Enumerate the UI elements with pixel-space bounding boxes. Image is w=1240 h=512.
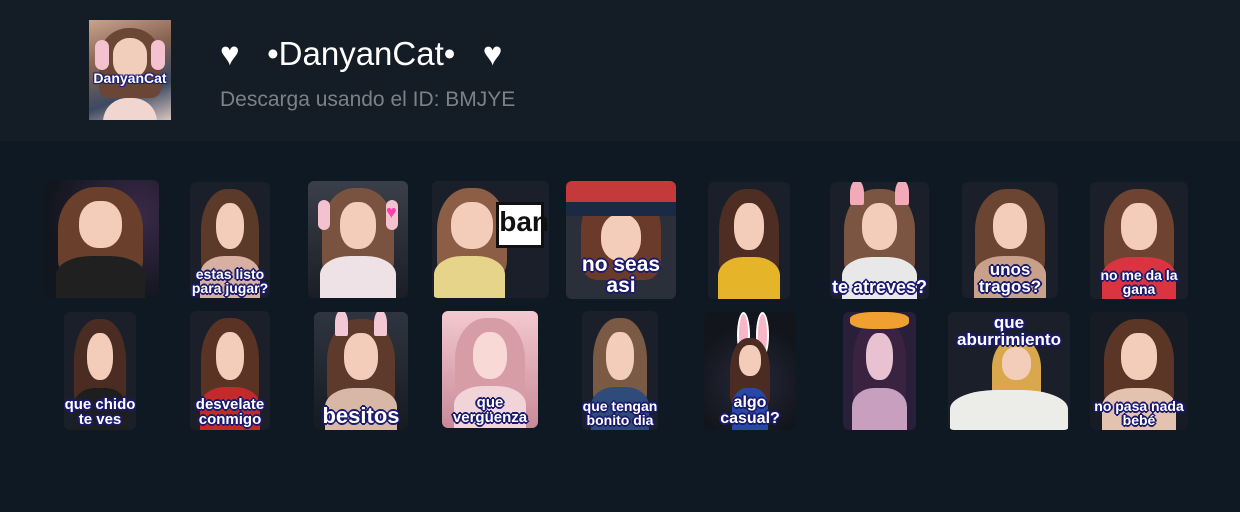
cap-icon xyxy=(566,181,676,217)
sticker[interactable] xyxy=(843,312,916,430)
sticker[interactable]: unos tragos? xyxy=(962,182,1058,298)
sticker-caption: que tengan bonito dia xyxy=(582,398,658,428)
sticker[interactable]: no me da la gana xyxy=(1090,182,1188,299)
sticker[interactable]: besitos xyxy=(314,312,408,430)
download-id-text: Descarga usando el ID: BMJYE xyxy=(220,88,516,111)
sticker[interactable]: que chido te ves xyxy=(64,312,136,430)
sticker[interactable] xyxy=(708,182,790,299)
sticker[interactable]: que tengan bonito dia xyxy=(582,311,658,430)
sticker[interactable] xyxy=(42,180,159,298)
pack-thumbnail[interactable]: DanyanCat xyxy=(89,20,171,120)
sticker-caption: estas listo para jugar? xyxy=(191,266,269,296)
headphone-icon xyxy=(95,40,109,70)
cat-ear-icon xyxy=(374,312,388,336)
dog-ear-icon xyxy=(895,182,910,206)
sticker-caption: que chido te ves xyxy=(64,396,136,428)
sticker[interactable]: que aburrimiento xyxy=(948,312,1070,430)
sticker-caption: desvelate conmigo xyxy=(195,396,265,428)
cat-ear-icon xyxy=(334,312,348,336)
sticker[interactable]: algo casual? xyxy=(704,312,796,430)
sticker-caption: besitos xyxy=(322,403,400,428)
pack-header: DanyanCat ♥ •DanyanCat• ♥ Descarga usand… xyxy=(0,0,1240,141)
thumbnail-body xyxy=(103,98,157,120)
dog-ear-icon xyxy=(849,182,864,206)
thumbnail-logo: DanyanCat xyxy=(93,70,167,86)
sticker-caption: no seas asi xyxy=(581,253,661,297)
sticker-caption: unos tragos? xyxy=(978,260,1042,296)
sticker-caption: que vergüenza xyxy=(452,394,528,426)
heart-icon: ♥ xyxy=(386,202,397,223)
flower-crown-icon xyxy=(850,312,909,329)
sticker-caption: no me da la gana xyxy=(1100,267,1178,297)
sticker[interactable]: no pasa nada bebé xyxy=(1090,312,1188,430)
sticker[interactable]: ♥ xyxy=(308,181,408,298)
sticker[interactable]: estas listo para jugar? xyxy=(190,182,270,298)
sticker[interactable]: desvelate conmigo xyxy=(190,311,270,430)
sticker-caption: que aburrimiento xyxy=(957,313,1061,349)
sticker[interactable]: no seas asi xyxy=(566,181,676,299)
sticker[interactable]: te atreves? xyxy=(830,182,929,299)
sticker[interactable]: ban xyxy=(432,181,549,298)
headphone-icon xyxy=(151,40,165,70)
sticker-caption: no pasa nada bebé xyxy=(1094,398,1184,428)
sticker-caption: te atreves? xyxy=(831,277,928,297)
sticker[interactable]: que vergüenza xyxy=(442,311,538,428)
pack-title: ♥ •DanyanCat• ♥ xyxy=(220,35,503,72)
sticker-caption: algo casual? xyxy=(720,394,780,427)
ban-sign: ban xyxy=(496,202,549,248)
